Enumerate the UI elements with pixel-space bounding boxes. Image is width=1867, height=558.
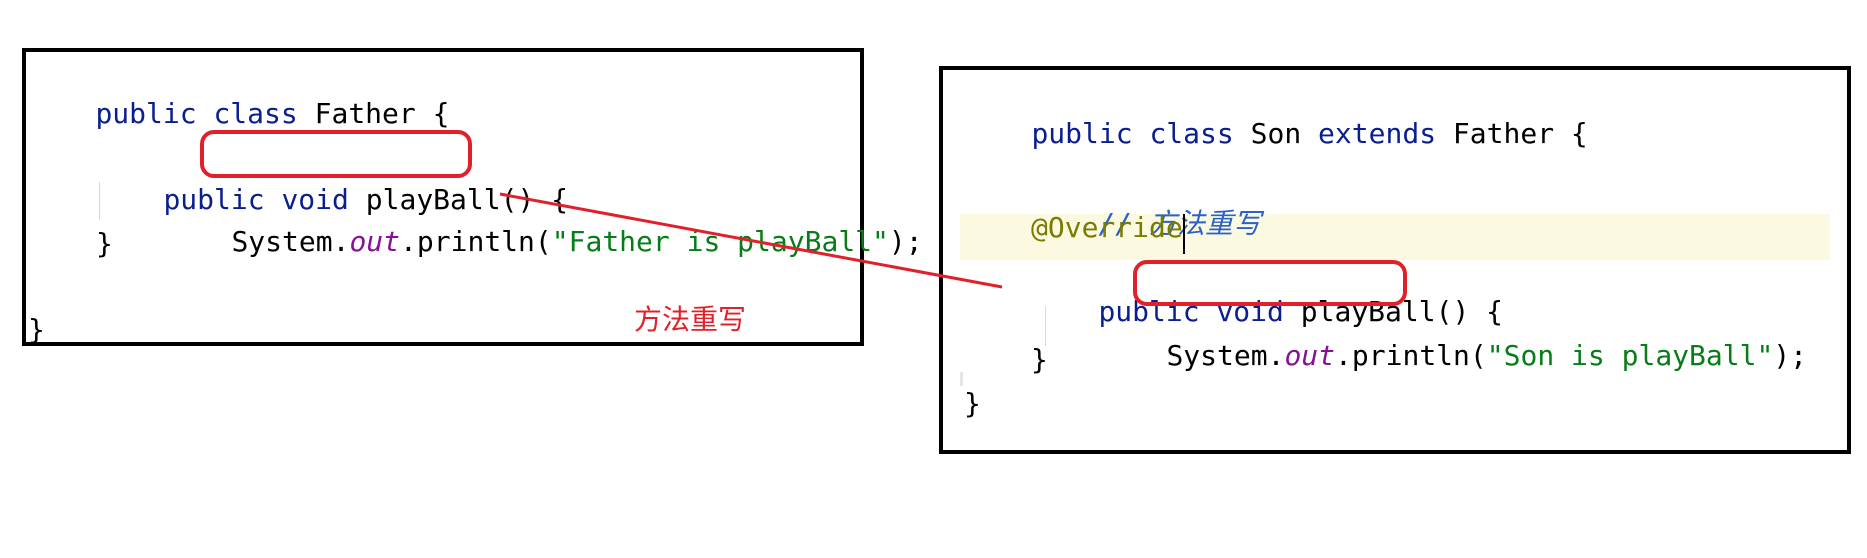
override-connector-line: [499, 192, 1003, 289]
connector-line: [499, 192, 1003, 289]
annotation-label: 方法重写: [634, 303, 747, 336]
